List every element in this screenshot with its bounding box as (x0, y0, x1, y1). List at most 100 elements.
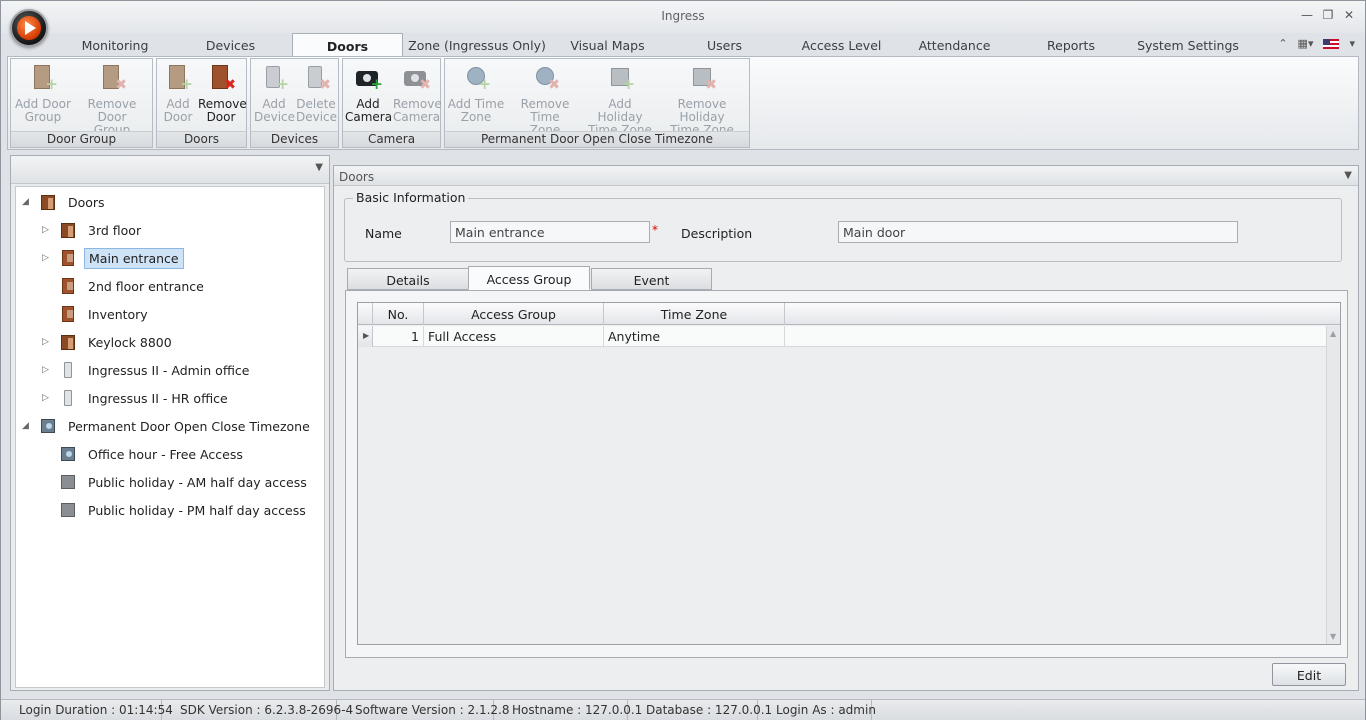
tab-monitoring[interactable]: Monitoring (61, 33, 169, 56)
collapsed-arrow-icon[interactable]: ▷ (42, 225, 52, 235)
app-menu-button[interactable] (10, 9, 48, 47)
tab-system-settings[interactable]: System Settings (1131, 33, 1245, 56)
tree-node-3rd-floor[interactable]: ▷ 3rd floor (42, 217, 145, 243)
name-field[interactable]: Main entrance (450, 221, 650, 243)
collapsed-arrow-icon[interactable]: ▷ (42, 337, 52, 347)
tree-node-office-hour[interactable]: Office hour - Free Access (42, 441, 247, 467)
expanded-arrow-icon[interactable]: ◢ (22, 421, 32, 431)
tab-attendance[interactable]: Attendance (898, 33, 1011, 56)
delete-device-button[interactable]: ✖ Delete Device (296, 62, 337, 124)
grid-header: No. Access Group Time Zone (358, 303, 1340, 325)
doors-folder-icon (40, 194, 56, 210)
collapsed-arrow-icon[interactable]: ▷ (42, 253, 52, 263)
window-controls: — ❐ ✕ (1301, 8, 1355, 22)
holiday-timezone-icon (60, 474, 76, 490)
add-door-group-button[interactable]: + Add Door Group (14, 62, 72, 124)
scroll-down-icon[interactable]: ▼ (1330, 632, 1336, 641)
tab-event[interactable]: Event (591, 268, 712, 290)
pin-icon[interactable]: ▼ (1344, 170, 1352, 181)
door-group-icon (60, 334, 76, 350)
door-icon (60, 250, 76, 266)
door-remove-icon: ✖ (206, 64, 236, 94)
ribbon: + Add Door Group ✖ Remove Door Group Door … (7, 56, 1359, 150)
door-add-icon: + (163, 64, 193, 94)
table-row[interactable]: ▶ 1 Full Access Anytime (358, 326, 1326, 347)
status-software-version: Software Version : 2.1.2.8 (337, 700, 510, 720)
add-camera-button[interactable]: + Add Camera (345, 62, 392, 124)
timezone-folder-icon (40, 418, 56, 434)
holiday-add-icon: + (605, 64, 635, 94)
status-hostname: Hostname : 127.0.0.1 (494, 700, 642, 720)
ribbon-tabs: Monitoring Devices Doors Zone (Ingressus… (61, 33, 1245, 56)
tab-users[interactable]: Users (664, 33, 785, 56)
status-login-duration: Login Duration : 01:14:54 (1, 700, 173, 720)
add-device-button[interactable]: + Add Device (254, 62, 295, 124)
grid-scrollbar[interactable]: ▲ ▼ (1326, 326, 1340, 644)
tree-node-keylock-8800[interactable]: ▷ Keylock 8800 (42, 329, 176, 355)
add-holiday-time-zone-button[interactable]: + Add Holiday Time Zone (585, 62, 655, 137)
door-tree: ◢ Doors ▷ 3rd floor ▷ Main entrance 2nd … (15, 186, 325, 688)
minimize-icon[interactable]: — (1301, 8, 1313, 22)
add-time-zone-button[interactable]: + Add Time Zone (447, 62, 505, 124)
device-icon (60, 390, 76, 406)
remove-door-group-button[interactable]: ✖ Remove Door Group (74, 62, 150, 137)
close-icon[interactable]: ✕ (1343, 8, 1355, 22)
description-field[interactable]: Main door (838, 221, 1238, 243)
language-dropdown-icon[interactable]: ▾ (1349, 37, 1355, 50)
restore-icon[interactable]: ❐ (1322, 8, 1334, 22)
language-flag-icon[interactable] (1323, 39, 1340, 49)
navigation-panel-header: ▼ (11, 156, 329, 184)
collapse-ribbon-icon[interactable]: ⌃ (1278, 37, 1287, 50)
tab-zone[interactable]: Zone (Ingressus Only) (403, 33, 551, 56)
remove-time-zone-button[interactable]: ✖ Remove Time Zone (507, 62, 583, 137)
tab-visual-maps[interactable]: Visual Maps (551, 33, 664, 56)
column-header-time-zone[interactable]: Time Zone (604, 303, 785, 325)
remove-holiday-time-zone-button[interactable]: ✖ Remove Holiday Time Zone (657, 62, 747, 137)
camera-add-icon: + (353, 64, 383, 94)
column-header-no[interactable]: No. (373, 303, 424, 325)
tab-doors[interactable]: Doors (292, 33, 403, 56)
basic-information-group: Basic Information Name Main entrance * D… (344, 190, 1342, 262)
add-door-button[interactable]: + Add Door (160, 62, 196, 124)
remove-camera-button[interactable]: ✖ Remove Camera (393, 62, 442, 124)
tree-node-main-entrance[interactable]: ▷ Main entrance (42, 245, 184, 271)
scroll-up-icon[interactable]: ▲ (1330, 329, 1336, 338)
layout-icon[interactable]: ▦▾ (1298, 37, 1314, 50)
tree-node-doors[interactable]: ◢ Doors (22, 189, 109, 215)
tree-node-admin-office[interactable]: ▷ Ingressus II - Admin office (42, 357, 253, 383)
pin-icon[interactable]: ▼ (315, 162, 323, 173)
tab-reports[interactable]: Reports (1011, 33, 1131, 56)
remove-door-button[interactable]: ✖ Remove Door (198, 62, 247, 124)
camera-remove-icon: ✖ (401, 64, 431, 94)
ribbon-group-timezone: + Add Time Zone ✖ Remove Time Zone + Add H… (444, 58, 750, 148)
timezone-add-icon: + (461, 64, 491, 94)
detail-panel-title: Doors (339, 170, 375, 184)
basic-information-title: Basic Information (353, 190, 469, 205)
door-icon (60, 278, 76, 294)
tab-devices[interactable]: Devices (169, 33, 292, 56)
tree-node-permanent-timezone[interactable]: ◢ Permanent Door Open Close Timezone (22, 413, 314, 439)
tab-details[interactable]: Details (347, 268, 469, 290)
collapsed-arrow-icon[interactable]: ▷ (42, 365, 52, 375)
column-header-access-group[interactable]: Access Group (424, 303, 604, 325)
device-add-icon: + (259, 64, 289, 94)
ribbon-group-devices: + Add Device ✖ Delete Device Devices (250, 58, 339, 148)
group-label-door-group: Door Group (11, 131, 152, 147)
tab-access-level[interactable]: Access Level (785, 33, 898, 56)
status-sdk-version: SDK Version : 6.2.3.8-2696-4 (162, 700, 353, 720)
edit-button[interactable]: Edit (1272, 663, 1346, 686)
collapsed-arrow-icon[interactable]: ▷ (42, 393, 52, 403)
tree-node-inventory[interactable]: Inventory (42, 301, 152, 327)
name-label: Name (365, 226, 402, 241)
tree-node-holiday-pm[interactable]: Public holiday - PM half day access (42, 497, 310, 523)
tree-node-hr-office[interactable]: ▷ Ingressus II - HR office (42, 385, 232, 411)
row-indicator-icon[interactable]: ▶ (358, 326, 373, 347)
required-mark: * (652, 223, 658, 237)
tree-node-holiday-am[interactable]: Public holiday - AM half day access (42, 469, 311, 495)
timezone-icon (60, 446, 76, 462)
tree-node-2nd-floor-entrance[interactable]: 2nd floor entrance (42, 273, 208, 299)
expanded-arrow-icon[interactable]: ◢ (22, 197, 32, 207)
cell-no: 1 (373, 326, 424, 347)
group-label-timezone: Permanent Door Open Close Timezone (445, 131, 749, 147)
tab-access-group[interactable]: Access Group (468, 266, 590, 290)
